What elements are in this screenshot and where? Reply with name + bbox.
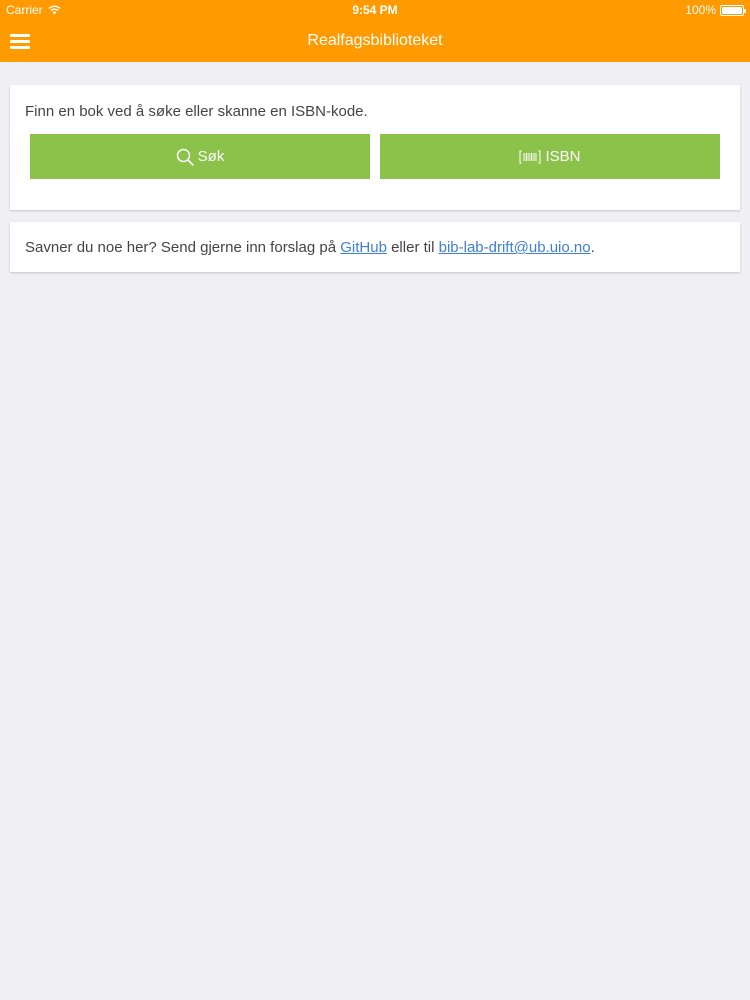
search-icon [176, 148, 194, 166]
feedback-text-start: Savner du noe her? Send gjerne inn forsl… [25, 239, 341, 256]
search-intro-text: Finn en bok ved å søke eller skanne en I… [25, 103, 368, 120]
search-button[interactable]: Søk [30, 134, 370, 179]
github-link[interactable]: GitHub [340, 239, 387, 256]
isbn-button[interactable]: ISBN [380, 134, 720, 179]
clock: 9:54 PM [352, 3, 398, 17]
barcode-icon [519, 150, 541, 163]
search-card: Finn en bok ved å søke eller skanne en I… [10, 85, 740, 210]
feedback-text: Savner du noe her? Send gjerne inn forsl… [25, 239, 595, 256]
battery-indicator: 100% [685, 3, 746, 17]
feedback-text-middle: eller til [386, 239, 439, 256]
feedback-card: Savner du noe her? Send gjerne inn forsl… [10, 222, 740, 272]
status-bar: Carrier 9:54 PM 100% [0, 0, 750, 20]
app-header: Carrier 9:54 PM 100% Realfagsbiblioteket [0, 0, 750, 62]
feedback-text-end: . [590, 239, 595, 256]
email-link[interactable]: bib-lab-drift@ub.uio.no [439, 239, 591, 256]
page-title: Realfagsbiblioteket [307, 32, 443, 49]
search-button-label: Søk [197, 148, 225, 165]
navigation-bar: Realfagsbiblioteket [0, 20, 750, 62]
battery-percent: 100% [685, 3, 716, 17]
battery-icon [720, 4, 746, 16]
isbn-button-label: ISBN [545, 148, 581, 165]
